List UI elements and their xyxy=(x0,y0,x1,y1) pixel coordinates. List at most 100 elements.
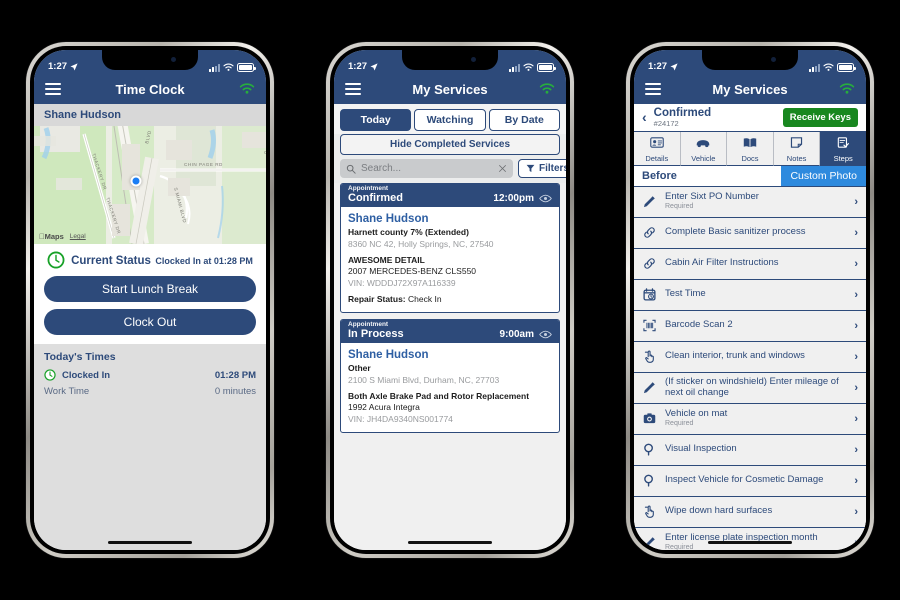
phone-1-time-clock: 1:27 Time Clock Shane Hudson BLVD CHIN P… xyxy=(26,42,274,558)
step-row[interactable]: (If sticker on windshield) Enter mileage… xyxy=(634,372,866,404)
tab-notes[interactable]: Notes xyxy=(773,131,821,166)
status-bar-right xyxy=(809,63,856,72)
service-card-status: In Process xyxy=(348,327,404,340)
search-input[interactable] xyxy=(361,163,493,174)
phone-1-bezel: 1:27 Time Clock Shane Hudson BLVD CHIN P… xyxy=(30,46,270,554)
service-card-header: Appointment Confirmed 12:00pm xyxy=(341,184,559,208)
status-bar-time: 1:27 xyxy=(48,61,68,72)
filters-label: Filters xyxy=(539,163,566,174)
step-row[interactable]: Test Time › xyxy=(634,279,866,311)
step-label: Clean interior, trunk and windows xyxy=(665,350,805,362)
chevron-right-icon: › xyxy=(854,443,858,456)
custom-photo-button[interactable]: Custom Photo xyxy=(781,165,866,186)
tab-vehicle[interactable]: Vehicle xyxy=(680,131,728,166)
step-text: Wipe down hard surfaces xyxy=(665,505,846,517)
job-title-block: Confirmed #24172 xyxy=(654,107,776,128)
service-card-header: Appointment In Process 9:00am xyxy=(341,320,559,344)
step-row[interactable]: Cabin Air Filter Instructions › xyxy=(634,248,866,280)
job-status: Confirmed xyxy=(653,107,712,119)
step-text: Inspect Vehicle for Cosmetic Damage xyxy=(665,474,846,486)
step-row[interactable]: Enter license plate inspection month Req… xyxy=(634,527,866,550)
step-row[interactable]: Enter Sixt PO Number Required › xyxy=(634,186,866,218)
tab-by-date[interactable]: By Date xyxy=(488,109,560,131)
battery-full-icon xyxy=(237,63,256,72)
cellular-signal-icon xyxy=(809,64,820,72)
svg-text:CHIN PAGE RD: CHIN PAGE RD xyxy=(184,162,223,167)
customer-name: Shane Hudson xyxy=(348,213,429,226)
hamburger-menu-icon[interactable] xyxy=(45,83,61,95)
clock-out-button[interactable]: Clock Out xyxy=(44,309,256,335)
hamburger-menu-icon[interactable] xyxy=(645,83,661,95)
tab-details[interactable]: Details xyxy=(634,131,681,166)
section-name: Before xyxy=(642,169,677,182)
step-row[interactable]: Visual Inspection › xyxy=(634,434,866,466)
current-status-row: Current Status Clocked In at 01:28 PM xyxy=(44,251,256,269)
clear-x-icon[interactable] xyxy=(498,164,507,173)
step-row[interactable]: Barcode Scan 2 › xyxy=(634,310,866,342)
service-card-kicker: Appointment xyxy=(348,321,389,329)
step-text: Cabin Air Filter Instructions xyxy=(665,257,846,269)
phone-mockup-stage: 1:27 Time Clock Shane Hudson BLVD CHIN P… xyxy=(0,0,900,600)
camera-icon xyxy=(642,412,657,425)
nav-bar: My Services xyxy=(334,74,566,104)
map-legal-link[interactable]: Legal xyxy=(70,233,86,240)
filters-button[interactable]: Filters xyxy=(518,159,566,178)
chevron-left-icon[interactable]: ‹ xyxy=(642,110,647,124)
chevron-right-icon: › xyxy=(854,319,858,332)
step-text: Complete Basic sanitizer process xyxy=(665,226,846,238)
tab-today[interactable]: Today xyxy=(340,109,412,131)
search-box[interactable] xyxy=(340,159,513,178)
tab-steps[interactable]: Steps xyxy=(820,131,866,166)
step-label: Inspect Vehicle for Cosmetic Damage xyxy=(665,474,824,486)
location-arrow-icon xyxy=(70,62,78,71)
location-arrow-icon xyxy=(670,62,678,71)
service-cards-list: Appointment Confirmed 12:00pm Shane Huds… xyxy=(334,183,566,550)
phone-2-screen: 1:27 My Services Today Watching By Date … xyxy=(334,50,566,550)
home-indicator xyxy=(408,541,492,544)
eye-icon[interactable] xyxy=(539,330,552,339)
todays-times-heading: Today's Times xyxy=(44,351,116,363)
tab-docs[interactable]: Docs xyxy=(727,131,774,166)
funnel-filter-icon xyxy=(526,164,535,172)
phone-3-service-steps: 1:27 My Services ‹ Confirmed #24172 Rece… xyxy=(626,42,874,558)
step-label: Complete Basic sanitizer process xyxy=(665,226,806,238)
book-icon xyxy=(743,138,757,148)
chevron-right-icon: › xyxy=(854,195,858,208)
location-map[interactable]: BLVD CHIN PAGE RD S MIAMI BLVD THACKERY … xyxy=(34,126,266,244)
front-camera-icon xyxy=(171,57,176,62)
receive-keys-button[interactable]: Receive Keys xyxy=(782,107,858,127)
status-bar-time: 1:27 xyxy=(648,61,668,72)
page-title: Time Clock xyxy=(115,81,185,97)
current-location-dot xyxy=(130,175,142,187)
search-icon xyxy=(346,164,356,174)
tab-label: Docs xyxy=(741,153,759,163)
start-lunch-break-button[interactable]: Start Lunch Break xyxy=(44,276,256,302)
hamburger-menu-icon[interactable] xyxy=(345,83,361,95)
tab-label: Details xyxy=(645,153,669,163)
step-row[interactable]: Complete Basic sanitizer process › xyxy=(634,217,866,249)
wifi-icon xyxy=(523,63,534,71)
service-card[interactable]: Appointment In Process 9:00am Shane Huds… xyxy=(340,319,560,434)
service-card-header-right: 12:00pm xyxy=(493,193,552,204)
tab-label: Notes xyxy=(786,153,807,163)
magnifier-icon xyxy=(642,474,657,487)
step-row[interactable]: Wipe down hard surfaces › xyxy=(634,496,866,528)
eye-icon[interactable] xyxy=(539,194,552,203)
step-sublabel: Required xyxy=(665,544,694,550)
hide-completed-services-button[interactable]: Hide Completed Services xyxy=(340,134,560,155)
step-label: Test Time xyxy=(665,288,706,300)
id-card-icon xyxy=(650,137,664,148)
link-icon xyxy=(642,257,657,270)
service-card[interactable]: Appointment Confirmed 12:00pm Shane Huds… xyxy=(340,183,560,314)
step-row[interactable]: Vehicle on mat Required › xyxy=(634,403,866,435)
job-order-number: #24172 xyxy=(653,118,679,128)
search-row: Filters xyxy=(334,159,566,183)
step-label: Enter Sixt PO Number xyxy=(665,191,759,203)
magnifier-icon xyxy=(642,443,657,456)
tab-watching[interactable]: Watching xyxy=(414,109,486,131)
step-row[interactable]: Clean interior, trunk and windows › xyxy=(634,341,866,373)
job-tab-bar: Details Vehicle Docs Notes Steps xyxy=(634,131,866,166)
times-row-value: 01:28 PM xyxy=(214,369,256,381)
wifi-icon xyxy=(223,63,234,71)
step-row[interactable]: Inspect Vehicle for Cosmetic Damage › xyxy=(634,465,866,497)
